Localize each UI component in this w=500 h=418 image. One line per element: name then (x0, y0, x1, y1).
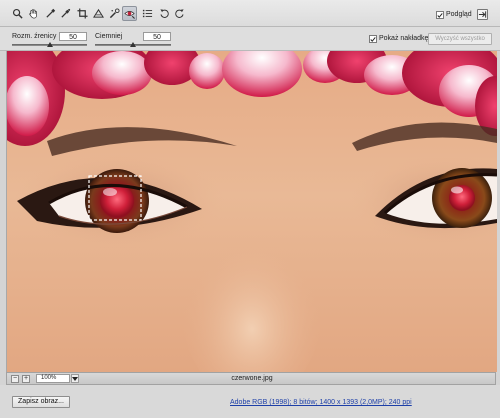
preview-canvas[interactable] (6, 51, 497, 372)
workflow-options-link[interactable]: Adobe RGB (1998); 8 bitów; 1400 x 1393 (… (230, 399, 412, 406)
darken-input[interactable]: 50 (143, 32, 171, 41)
color-sampler-tool-button[interactable] (58, 6, 73, 21)
show-overlay-checkbox[interactable] (369, 35, 377, 43)
rotate-ccw-icon (160, 9, 169, 18)
spot-removal-tool-button[interactable] (107, 6, 122, 21)
crop-tool-button[interactable] (75, 6, 90, 21)
preview-label: Podgląd (446, 11, 472, 18)
list-icon (142, 9, 153, 18)
exit-fullscreen-icon (478, 11, 487, 18)
color-sampler-icon (61, 8, 71, 18)
eyedropper-icon (46, 8, 56, 18)
straighten-tool-button[interactable] (91, 6, 106, 21)
footer: Zapisz obraz... Adobe RGB (1998); 8 bitó… (0, 385, 500, 418)
magnifier-icon (12, 8, 23, 19)
checkmark-icon (370, 36, 376, 42)
photo[interactable] (7, 51, 497, 372)
pupil-size-label: Rozm. źrenicy (12, 33, 57, 40)
red-eye-icon (124, 11, 135, 19)
pupil-size-slider-thumb[interactable] (46, 42, 53, 47)
crop-icon (77, 8, 88, 19)
preferences-tool-button[interactable] (140, 6, 155, 21)
clear-all-button[interactable]: Wyczyść wszystko (428, 33, 492, 45)
fullscreen-button[interactable] (477, 9, 488, 20)
eyedropper-tool-button[interactable] (43, 6, 58, 21)
checkmark-icon (437, 12, 443, 18)
darken-label: Ciemniej (95, 33, 123, 40)
straighten-icon (93, 8, 104, 18)
toolbar: Podgląd (0, 0, 500, 27)
rotate-right-tool-button[interactable] (172, 6, 187, 21)
hand-icon (29, 9, 37, 19)
rotate-left-tool-button[interactable] (157, 6, 172, 21)
rotate-cw-icon (175, 9, 184, 18)
preview-checkbox[interactable] (436, 11, 444, 19)
spot-removal-icon (109, 8, 120, 19)
save-image-button[interactable]: Zapisz obraz... (12, 396, 70, 408)
show-overlay-label: Pokaż nakładkę (379, 35, 429, 42)
hand-tool-button[interactable] (26, 6, 41, 21)
pupil-size-input[interactable]: 50 (59, 32, 87, 41)
red-eye-tool-button[interactable] (122, 6, 137, 21)
status-bar: − + 100% czerwone.jpg (6, 372, 496, 385)
file-name: czerwone.jpg (231, 375, 273, 382)
darken-slider-thumb[interactable] (130, 42, 136, 47)
zoom-tool-button[interactable] (10, 6, 25, 21)
portrait-image (7, 51, 497, 372)
